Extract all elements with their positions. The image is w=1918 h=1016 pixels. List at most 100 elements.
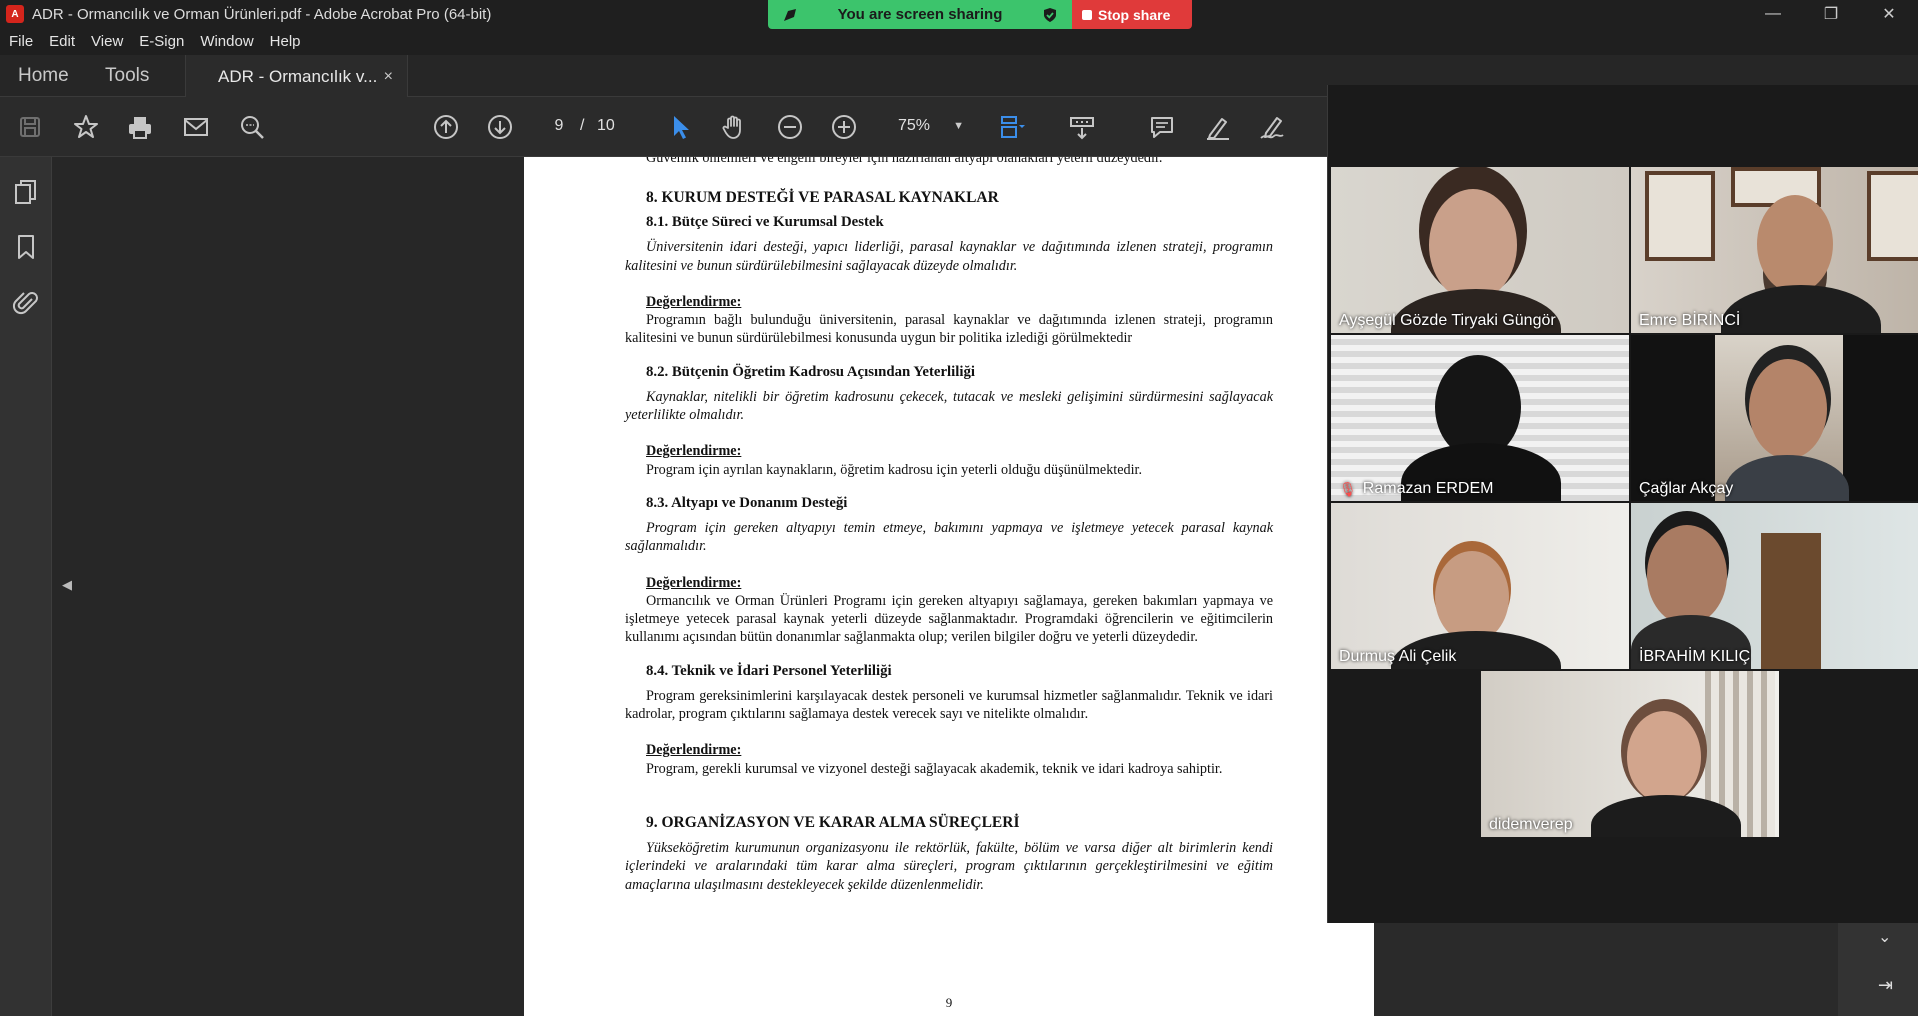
menu-esign[interactable]: E-Sign: [139, 33, 184, 50]
participant-tile[interactable]: 🎙 Ramazan ERDEM: [1331, 335, 1629, 501]
tab-document-label: ADR - Ormancılık v...: [218, 66, 378, 86]
participant-name: İBRAHİM KILIÇ: [1639, 648, 1751, 665]
window-controls: — ❐ ✕: [1744, 0, 1918, 28]
video-call-window: Ayşegül Gözde Tiryaki Güngör Emre BİRİNC…: [1327, 85, 1918, 923]
page-total: 10: [597, 117, 615, 134]
eval-label-8-2: Değerlendirme:: [646, 443, 742, 460]
close-tab-icon[interactable]: ×: [384, 68, 393, 86]
stop-share-button[interactable]: Stop share: [1072, 0, 1192, 29]
stop-share-label: Stop share: [1098, 6, 1171, 23]
bookmark-icon[interactable]: [12, 233, 40, 261]
cursor-icon[interactable]: [664, 111, 696, 143]
exit-panel-icon[interactable]: ⇥: [1878, 975, 1893, 996]
menu-view[interactable]: View: [91, 33, 123, 50]
section-8-4-evaluation: Program, gerekli kurumsal ve vizyonel de…: [646, 760, 1223, 777]
comment-icon[interactable]: [1146, 111, 1178, 143]
page-thumbnails-icon[interactable]: [12, 178, 40, 206]
document-gutter: ◀: [52, 157, 524, 1016]
search-zoom-icon[interactable]: [236, 111, 268, 143]
highlight-icon[interactable]: [1202, 111, 1234, 143]
participant-tile[interactable]: İBRAHİM KILIÇ: [1631, 503, 1918, 669]
participant-name: Çağlar Akçay: [1639, 480, 1734, 497]
participant-tile[interactable]: didemverep: [1481, 671, 1779, 837]
tab-tools[interactable]: Tools: [105, 55, 149, 97]
section-8-3-requirement: Program için gereken altyapıyı temin etm…: [625, 519, 1273, 555]
section-8-2-title: 8.2. Bütçenin Öğretim Kadrosu Açısından …: [646, 363, 975, 380]
mail-icon[interactable]: [180, 111, 212, 143]
menu-bar: File Edit View E-Sign Window Help: [0, 28, 1918, 55]
participant-name: Emre BİRİNCİ: [1639, 312, 1741, 329]
participant-face: [1647, 525, 1727, 625]
tab-document[interactable]: ADR - Ormancılık v... ×: [185, 55, 408, 98]
participant-tile[interactable]: Durmuş Ali Çelik: [1331, 503, 1629, 669]
participant-face: [1435, 551, 1509, 643]
section-8-3-title: 8.3. Altyapı ve Donanım Desteği: [646, 494, 848, 511]
minimize-button[interactable]: —: [1744, 0, 1802, 28]
menu-window[interactable]: Window: [200, 33, 253, 50]
participant-face: [1429, 189, 1517, 301]
left-navigation-pane: [0, 157, 52, 1016]
menu-file[interactable]: File: [9, 33, 33, 50]
participant-tile[interactable]: Ayşegül Gözde Tiryaki Güngör: [1331, 167, 1629, 333]
arrow-down-circle-icon[interactable]: [484, 111, 516, 143]
zoom-select[interactable]: 75% ▼: [880, 112, 970, 140]
hand-icon[interactable]: [718, 111, 750, 143]
close-window-button[interactable]: ✕: [1860, 0, 1918, 28]
save-icon[interactable]: [14, 111, 46, 143]
wall-frame: [1645, 171, 1715, 261]
participant-name: Durmuş Ali Çelik: [1339, 648, 1457, 665]
eval-label-8-3: Değerlendirme:: [646, 574, 742, 591]
menu-help[interactable]: Help: [270, 33, 301, 50]
attachment-icon[interactable]: [12, 289, 40, 317]
section-8-2-requirement: Kaynaklar, nitelikli bir öğretim kadrosu…: [625, 388, 1273, 424]
zoom-out-icon[interactable]: [774, 111, 806, 143]
share-icon: [784, 8, 796, 21]
window-title: ADR - Ormancılık ve Orman Ürünleri.pdf -…: [32, 5, 492, 23]
collapse-pane-icon[interactable]: ◀: [62, 577, 72, 593]
scroll-down-icon[interactable]: ⌄: [1878, 927, 1891, 947]
section-8-1-requirement: Üniversitenin idari desteği, yapıcı lide…: [625, 239, 1273, 274]
menu-edit[interactable]: Edit: [49, 33, 75, 50]
section-8-1-title: 8.1. Bütçe Süreci ve Kurumsal Destek: [646, 214, 884, 231]
eval-label-8-1: Değerlendirme:: [646, 293, 742, 310]
participant-name: 🎙 Ramazan ERDEM: [1339, 480, 1494, 497]
section-8-title: 8. KURUM DESTEĞİ VE PARASAL KAYNAKLAR: [646, 189, 999, 207]
section-8-2-evaluation: Program için ayrılan kaynakların, öğreti…: [646, 461, 1143, 478]
eval-label-8-4: Değerlendirme:: [646, 742, 742, 759]
restore-button[interactable]: ❐: [1802, 0, 1860, 28]
participant-name: didemverep: [1489, 816, 1573, 833]
section-8-1-evaluation: Programın bağlı bulunduğu üniversitenin,…: [625, 312, 1273, 347]
mic-off-icon: 🎙: [1339, 480, 1357, 497]
tab-home[interactable]: Home: [18, 55, 69, 97]
page-number: 9: [945, 995, 953, 1010]
scroll-controls: ⌄ ⇥: [1838, 917, 1918, 1016]
desktop: A ADR - Ormancılık ve Orman Ürünleri.pdf…: [0, 0, 1918, 1016]
section-8-3-evaluation: Ormancılık ve Orman Ürünleri Programı iç…: [625, 592, 1273, 646]
page-number-input[interactable]: 9: [538, 112, 580, 140]
pdf-page: Güvenlik önlemleri ve engelli bireyler i…: [524, 157, 1374, 1016]
stop-icon: [1082, 9, 1092, 20]
participant-tile-active[interactable]: Çağlar Akçay: [1631, 335, 1918, 501]
section-9-title: 9. ORGANİZASYON VE KARAR ALMA SÜREÇLERİ: [646, 813, 1020, 831]
scroll-mode-icon[interactable]: [1066, 111, 1098, 143]
arrow-up-circle-icon[interactable]: [430, 111, 462, 143]
section-8-4-requirement: Program gereksinimlerini karşılayacak de…: [625, 687, 1273, 723]
doc-top-line: Güvenlik önlemleri ve engelli bireyler i…: [646, 157, 1163, 166]
section-8-4-title: 8.4. Teknik ve İdari Personel Yeterliliğ…: [646, 662, 892, 679]
wall-frame: [1867, 171, 1918, 261]
star-icon[interactable]: [70, 111, 102, 143]
bookshelf: [1761, 533, 1821, 669]
participant-name: Ayşegül Gözde Tiryaki Güngör: [1339, 312, 1556, 329]
participant-face: [1749, 359, 1827, 459]
screen-share-bar: You are screen sharing Stop share: [768, 0, 1192, 29]
fit-page-icon[interactable]: [996, 111, 1028, 143]
participant-face: [1757, 195, 1833, 293]
sign-icon[interactable]: [1256, 111, 1288, 143]
section-9-requirement: Yükseköğretim kurumunun organizasyonu il…: [625, 839, 1273, 893]
participant-tile[interactable]: Emre BİRİNCİ: [1631, 167, 1918, 333]
print-icon[interactable]: [124, 111, 156, 143]
acrobat-icon: A: [6, 5, 24, 23]
share-status-label: You are screen sharing: [837, 6, 1003, 23]
page-separator: /: [580, 117, 585, 134]
zoom-in-icon[interactable]: [828, 111, 860, 143]
